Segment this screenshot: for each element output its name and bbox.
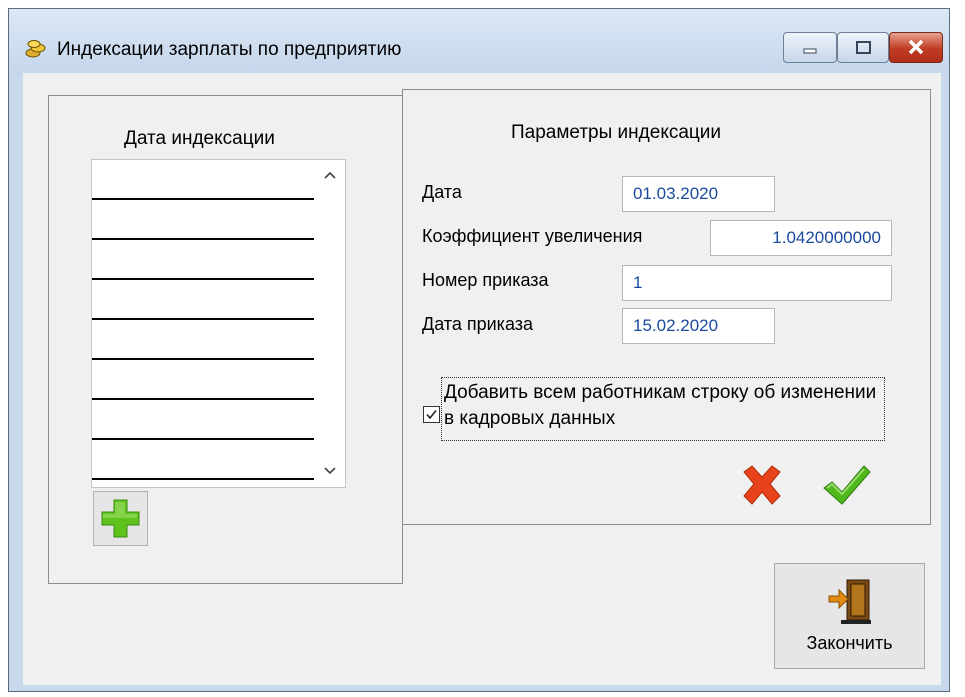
title-bar: Индексации зарплаты по предприятию xyxy=(9,9,949,73)
minimize-icon xyxy=(803,48,817,54)
list-scrollbar[interactable] xyxy=(315,160,345,487)
coefficient-field[interactable]: 1.0420000000 xyxy=(710,220,892,256)
date-label: Дата xyxy=(422,182,462,202)
order-date-label: Дата приказа xyxy=(422,314,534,334)
window-title: Индексации зарплаты по предприятию xyxy=(57,39,402,60)
list-row[interactable] xyxy=(92,280,314,320)
list-row[interactable] xyxy=(92,440,314,480)
cancel-button[interactable] xyxy=(734,460,790,514)
list-row[interactable] xyxy=(92,160,314,200)
order-date-field[interactable]: 15.02.2020 xyxy=(622,308,775,344)
door-exit-icon xyxy=(828,579,871,624)
scroll-up-icon[interactable] xyxy=(323,170,337,180)
maximize-icon xyxy=(856,41,871,54)
indexation-parameters-panel: Параметры индексации Дата 01.03.2020 Коэ… xyxy=(402,89,931,525)
window-client-area: Дата индексации Параметры индексации Дат… xyxy=(23,73,941,685)
list-row[interactable] xyxy=(92,360,314,400)
finish-button-label: Закончить xyxy=(806,633,893,653)
date-field[interactable]: 01.03.2020 xyxy=(622,176,775,212)
finish-button[interactable]: Закончить xyxy=(774,563,925,669)
minimize-button[interactable] xyxy=(783,32,837,63)
dates-panel-title: Дата индексации xyxy=(124,128,275,149)
scroll-down-icon[interactable] xyxy=(323,466,337,476)
add-hr-record-label[interactable]: Добавить всем работникам строку об измен… xyxy=(441,377,885,441)
list-row[interactable] xyxy=(92,320,314,360)
close-button[interactable] xyxy=(889,32,943,63)
indexation-dates-panel: Дата индексации xyxy=(48,95,403,584)
list-row[interactable] xyxy=(92,200,314,240)
confirm-button[interactable] xyxy=(818,460,874,514)
add-hr-record-checkbox[interactable] xyxy=(423,406,440,423)
plus-icon xyxy=(101,499,140,538)
coefficient-label: Коэффициент увеличения xyxy=(422,226,643,246)
list-row[interactable] xyxy=(92,400,314,440)
add-date-button[interactable] xyxy=(93,491,148,546)
checkmark-icon xyxy=(823,465,871,505)
coins-icon xyxy=(25,40,46,58)
list-row[interactable] xyxy=(92,240,314,280)
x-icon xyxy=(743,465,781,505)
order-number-field[interactable]: 1 xyxy=(622,265,892,301)
dates-list[interactable] xyxy=(91,159,346,488)
parameters-panel-title: Параметры индексации xyxy=(511,122,722,143)
maximize-button[interactable] xyxy=(837,32,889,63)
checkmark-icon xyxy=(426,410,437,420)
app-window: Индексации зарплаты по предприятию Дата … xyxy=(8,8,950,692)
order-number-label: Номер приказа xyxy=(422,270,549,290)
close-icon xyxy=(908,39,924,55)
